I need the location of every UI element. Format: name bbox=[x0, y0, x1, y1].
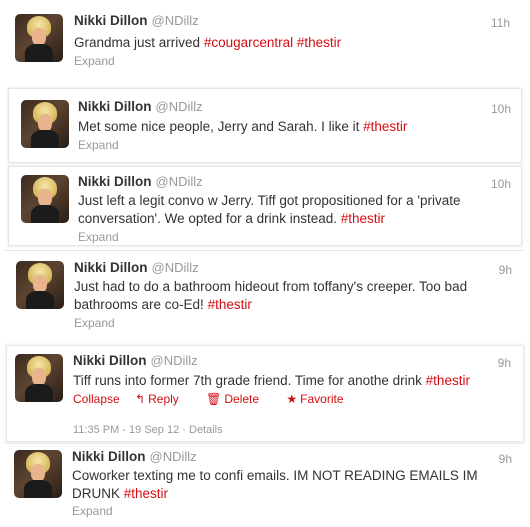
tweet-time[interactable]: 9h bbox=[499, 452, 512, 466]
tweet-text: Just left a legit convo w Jerry. Tiff go… bbox=[78, 193, 461, 226]
hashtag-link[interactable]: #thestir bbox=[341, 211, 385, 226]
hashtag-link[interactable]: #thestir bbox=[208, 297, 252, 312]
author-name[interactable]: Nikki Dillon @NDillz bbox=[78, 174, 203, 189]
expand-link[interactable]: Expand bbox=[74, 316, 115, 330]
tweet-text: Coworker texting me to confi emails. IM … bbox=[72, 468, 478, 501]
avatar[interactable] bbox=[21, 175, 69, 223]
author-handle[interactable]: @NDillz bbox=[152, 13, 199, 28]
author-handle[interactable]: @NDillz bbox=[156, 99, 203, 114]
avatar[interactable] bbox=[15, 14, 63, 62]
avatar[interactable] bbox=[21, 100, 69, 148]
hashtag-link[interactable]: #cougarcentral #thestir bbox=[204, 35, 341, 50]
author-handle[interactable]: @NDillz bbox=[152, 260, 199, 275]
tweet-text: Tiff runs into former 7th grade friend. … bbox=[73, 373, 470, 388]
author-name[interactable]: Nikki Dillon @NDillz bbox=[78, 99, 203, 114]
author-name[interactable]: Nikki Dillon @NDillz bbox=[74, 260, 199, 275]
tweet-text: Just had to do a bathroom hideout from t… bbox=[74, 279, 468, 312]
tweet-text: Grandma just arrived #cougarcentral #the… bbox=[74, 35, 342, 50]
star-icon: ★ bbox=[286, 392, 298, 406]
author-name[interactable]: Nikki Dillon @NDillz bbox=[73, 353, 198, 368]
avatar[interactable] bbox=[14, 450, 62, 498]
author-handle[interactable]: @NDillz bbox=[151, 353, 198, 368]
tweet[interactable]: Nikki Dillon @NDillz 9h Just had to do a … bbox=[4, 250, 524, 342]
reply-icon: ↰ bbox=[135, 392, 146, 406]
hashtag-link[interactable]: #thestir bbox=[124, 486, 168, 501]
reply-button[interactable]: ↰ Reply bbox=[135, 392, 191, 406]
tweet-meta: 11:35 PM - 19 Sep 12 · Details bbox=[73, 424, 223, 436]
expand-link[interactable]: Expand bbox=[74, 54, 115, 68]
tweet-time[interactable]: 9h bbox=[498, 356, 511, 370]
expand-link[interactable]: Expand bbox=[78, 138, 119, 152]
author-handle[interactable]: @NDillz bbox=[156, 174, 203, 189]
tweet[interactable]: Nikki Dillon @NDillz 11h Grandma just arr… bbox=[0, 0, 530, 84]
author-name[interactable]: Nikki Dillon @NDillz bbox=[74, 13, 199, 28]
tweet[interactable]: Nikki Dillon @NDillz 9h Coworker texting … bbox=[4, 443, 524, 527]
tweet-actions: Collapse ↰ Reply 🗑 Delete ★ Favorite bbox=[73, 392, 368, 406]
trash-icon: 🗑 bbox=[206, 392, 222, 406]
avatar[interactable] bbox=[15, 354, 63, 402]
delete-button[interactable]: 🗑 Delete bbox=[206, 392, 271, 406]
hashtag-link[interactable]: #thestir bbox=[363, 119, 407, 134]
author-name[interactable]: Nikki Dillon @NDillz bbox=[72, 449, 197, 464]
tweet-time[interactable]: 10h bbox=[491, 177, 511, 191]
tweet-time[interactable]: 9h bbox=[499, 263, 512, 277]
avatar[interactable] bbox=[16, 261, 64, 309]
tweet-time[interactable]: 10h bbox=[491, 102, 511, 116]
tweet[interactable]: Nikki Dillon @NDillz 9h Tiff runs into fo… bbox=[6, 345, 524, 442]
expand-link[interactable]: Expand bbox=[72, 504, 113, 518]
hashtag-link[interactable]: #thestir bbox=[426, 373, 470, 388]
tweet[interactable]: Nikki Dillon @NDillz 10h Just left a legi… bbox=[8, 166, 522, 246]
tweet-text: Met some nice people, Jerry and Sarah. I… bbox=[78, 119, 408, 134]
details-link[interactable]: Details bbox=[189, 424, 223, 436]
tweet[interactable]: Nikki Dillon @NDillz 10h Met some nice pe… bbox=[8, 88, 522, 163]
tweet-time[interactable]: 11h bbox=[491, 16, 510, 30]
favorite-button[interactable]: ★ Favorite bbox=[286, 392, 355, 406]
timestamp[interactable]: 11:35 PM - 19 Sep 12 bbox=[73, 424, 179, 436]
author-handle[interactable]: @NDillz bbox=[150, 449, 197, 464]
expand-link[interactable]: Expand bbox=[78, 230, 119, 244]
collapse-link[interactable]: Collapse bbox=[73, 392, 120, 406]
